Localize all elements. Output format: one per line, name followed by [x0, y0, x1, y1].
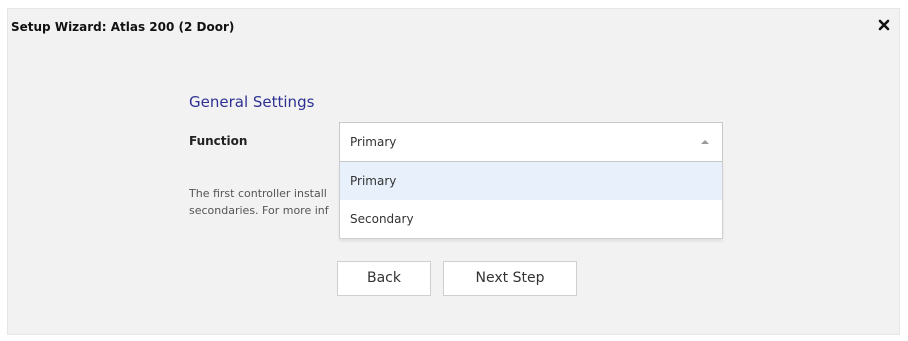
chevron-up-icon: [701, 140, 709, 144]
help-text-line-1: The first controller install: [189, 187, 327, 200]
help-text-line-2: secondaries. For more inf: [189, 204, 329, 217]
function-option-primary[interactable]: Primary: [340, 162, 722, 200]
section-title: General Settings: [189, 93, 315, 111]
help-text: The first controller install secondaries…: [189, 185, 331, 221]
dialog-titlebar: Setup Wizard: Atlas 200 (2 Door): [8, 9, 899, 45]
close-icon[interactable]: [876, 17, 892, 33]
next-step-button[interactable]: Next Step: [443, 261, 577, 296]
dialog-title: Setup Wizard: Atlas 200 (2 Door): [11, 20, 235, 34]
function-label: Function: [189, 134, 248, 148]
function-select-value: Primary: [350, 135, 397, 149]
function-select[interactable]: Primary: [339, 122, 723, 162]
function-option-secondary[interactable]: Secondary: [340, 200, 722, 238]
setup-wizard-dialog: Setup Wizard: Atlas 200 (2 Door) General…: [7, 8, 900, 335]
function-dropdown-menu: Primary Secondary: [339, 162, 723, 239]
back-button[interactable]: Back: [337, 261, 431, 296]
